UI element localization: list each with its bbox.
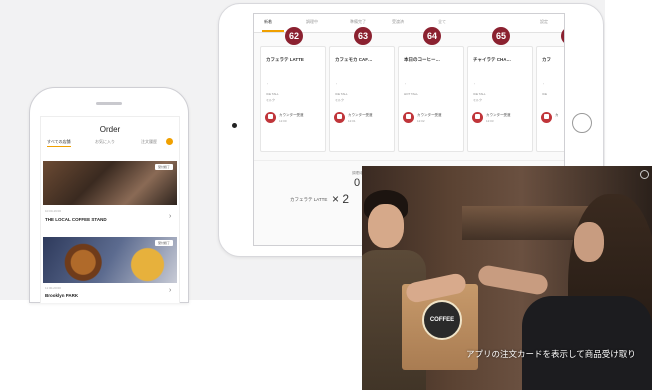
customer-figure [522,296,652,390]
order-item-name: 本日のコーヒー… [404,57,440,62]
order-number: 62 [288,31,299,41]
pickup-method: カウンター受渡 [486,113,511,117]
chevron-right-icon[interactable]: › [169,213,171,220]
status-badge: 受付終了 [154,164,173,170]
pickup-method: カ [555,113,559,117]
speaker-icon [96,102,122,105]
order-number-badge: 62 [285,27,303,45]
customer-arm [476,264,550,296]
order-number-badge: 65 [492,27,510,45]
avatar [541,112,552,123]
shop-hours: 11:00-20:00 [45,286,61,290]
order-number-badge: 63 [354,27,372,45]
order-number: 64 [426,31,437,41]
divider [254,160,564,161]
chevron-right-icon[interactable]: › [169,287,171,294]
home-button[interactable] [572,113,592,133]
record-icon [640,170,649,179]
avatar [472,112,483,123]
order-item-dots: ・ [404,82,408,86]
tab-settings[interactable]: 設定 [540,19,548,25]
active-tab-indicator [47,146,71,147]
tab-all-shops[interactable]: すべての店舗 [47,139,71,145]
order-card[interactable]: 62 カフェラテ LATTE ・ ICE TALL ミルク カウンター受渡 12… [260,27,326,152]
order-item-options: ICE TALL [335,92,348,96]
avatar [403,112,414,123]
order-card[interactable]: 65 チャイラテ CHA… ・ ICE TALL ミルク カウンター受渡 12:… [467,27,533,152]
order-number-badge: 64 [423,27,441,45]
order-item-name: カフ [542,57,551,62]
coffee-logo-text: COFFEE [429,317,455,323]
order-item-options: ICE [542,92,548,96]
summary-column-value: 0 [354,177,361,189]
order-item-extras: ミルク [266,98,276,102]
shop-name[interactable]: Brooklyn PARK [45,293,78,298]
pickup-photo: COFFEE アプリの注文カードを表示して商品受け取り [362,166,652,390]
tab-ready[interactable]: 準備完了 [350,19,366,25]
order-time: 12:00 [279,119,287,123]
avatar [334,112,345,123]
summary-quantity: × 2 [332,192,350,206]
notification-badge [166,138,173,145]
order-item-name: チャイラテ CHA… [473,57,511,62]
pickup-method: カウンター受渡 [279,113,304,117]
order-item-extras: ミルク [473,98,483,102]
summary-item-name: カフェラテ LATTE [290,197,328,202]
order-card[interactable]: 64 本日のコーヒー… ・ HOT TALL カウンター受渡 12:02 [398,27,464,152]
order-item-name: カフェラテ LATTE [266,57,304,62]
order-number: 65 [495,31,506,41]
customer-face [574,222,604,262]
shop-photo[interactable]: 受付終了 [43,237,177,283]
status-badge: 受付終了 [154,240,173,246]
order-card[interactable]: 6 カフ ・ ICE カ [536,27,564,152]
iphone-screen: Order すべての店舗 お気に入り 注文履歴 受付終了 10:00-19:00… [40,116,180,303]
order-item-dots: ・ [542,82,546,86]
tab-new[interactable]: 新着 [264,19,272,25]
tab-delivered[interactable]: 受渡済 [392,19,404,25]
pickup-method: カウンター受渡 [417,113,442,117]
iphone-device: Order すべての店舗 お気に入り 注文履歴 受付終了 10:00-19:00… [29,87,189,303]
order-card[interactable]: 63 カフェモカ CAF… ・ ICE TALL ミルク カウンター受渡 12:… [329,27,395,152]
order-number: 63 [357,31,368,41]
tab-all[interactable]: 全て [438,19,446,25]
shop-name[interactable]: THE LOCAL COFFEE STAND [45,217,107,222]
shop-photo[interactable]: 受付終了 [43,161,177,205]
tab-favorites[interactable]: お気に入り [95,139,115,145]
order-item-options: ICE TALL [473,92,486,96]
order-item-dots: ・ [335,82,339,86]
staff-face [368,204,404,248]
photo-caption: アプリの注文カードを表示して商品受け取り [466,349,636,359]
order-time: 12:03 [486,119,494,123]
order-item-dots: ・ [266,82,270,86]
pickup-method: カウンター受渡 [348,113,373,117]
order-item-dots: ・ [473,82,477,86]
avatar [265,112,276,123]
active-tab-indicator [262,30,284,32]
order-time: 12:01 [348,119,356,123]
order-item-name: カフェモカ CAF… [335,57,373,62]
order-item-extras: ミルク [335,98,345,102]
order-time: 12:02 [417,119,425,123]
order-item-options: ICE TALL [266,92,279,96]
camera-icon [232,123,237,128]
tab-cooking[interactable]: 調理中 [306,19,318,25]
page-title: Order [99,125,121,134]
coffee-logo: COFFEE [422,300,462,340]
tab-order-history[interactable]: 注文履歴 [141,139,157,145]
order-item-options: HOT TALL [404,92,419,96]
shop-hours: 10:00-19:00 [45,209,62,213]
